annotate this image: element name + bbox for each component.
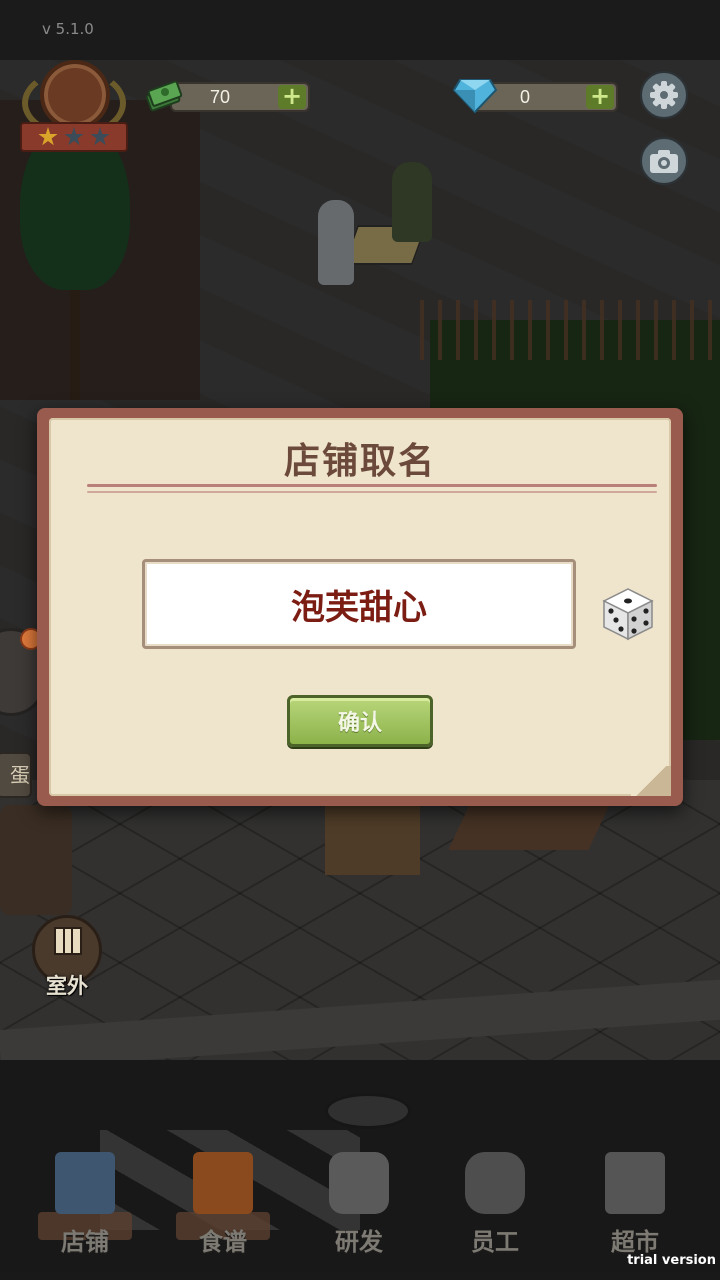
dialog-paper: 店铺取名 确认 [49,418,671,796]
version-label: v 5.1.0 [42,20,94,38]
camera-icon [650,150,678,173]
add-gem-button[interactable]: + [586,84,614,109]
cash-stack-icon [145,80,183,112]
recipe-book-icon [193,1152,253,1214]
nav-label: 店铺 [61,1228,109,1256]
cash-value: 70 [209,87,231,107]
nav-label: 研发 [335,1228,383,1256]
title-divider [87,484,657,487]
star-rating [20,122,128,152]
nav-label: 员工 [471,1228,519,1256]
nav-recipes[interactable]: 食谱 [168,1140,278,1260]
nav-label: 超市 [611,1228,659,1256]
noodle-bowl-icon [40,60,110,130]
gear-icon [650,81,678,109]
page-curl [631,766,671,796]
cooking-pot-icon [329,1152,389,1214]
dice-icon[interactable] [600,585,656,641]
bottom-nav: 店铺 食谱 研发 员工 超市 [0,1140,720,1260]
dialog-title: 店铺取名 [283,441,436,482]
nav-label: 食谱 [199,1228,247,1256]
shop-name-input[interactable] [142,559,576,649]
shop-icon [55,1152,115,1214]
settings-button[interactable] [640,71,688,119]
title-divider [87,491,657,493]
nav-research[interactable]: 研发 [304,1140,414,1260]
cash-register-icon [605,1152,665,1214]
trial-watermark: trial version [627,1253,716,1268]
cake-shortcut-button[interactable]: 蛋糕 [0,752,32,798]
diamond-icon [452,79,498,114]
shop-name-dialog: 店铺取名 确认 [37,408,683,806]
star-icon [64,127,84,146]
star-icon [38,127,58,146]
door-icon [54,927,82,955]
add-cash-button[interactable]: + [278,84,306,109]
nav-shop[interactable]: 店铺 [30,1140,140,1260]
staff-icon [465,1152,525,1214]
shop-level-emblem[interactable] [18,58,130,158]
nav-supermarket[interactable]: 超市 [580,1140,690,1260]
outdoor-label: 室外 [46,974,88,998]
cash-counter: 70 + [170,82,310,112]
confirm-button[interactable]: 确认 [287,695,433,747]
star-icon [90,127,110,146]
nav-staff[interactable]: 员工 [440,1140,550,1260]
camera-button[interactable] [640,137,688,185]
